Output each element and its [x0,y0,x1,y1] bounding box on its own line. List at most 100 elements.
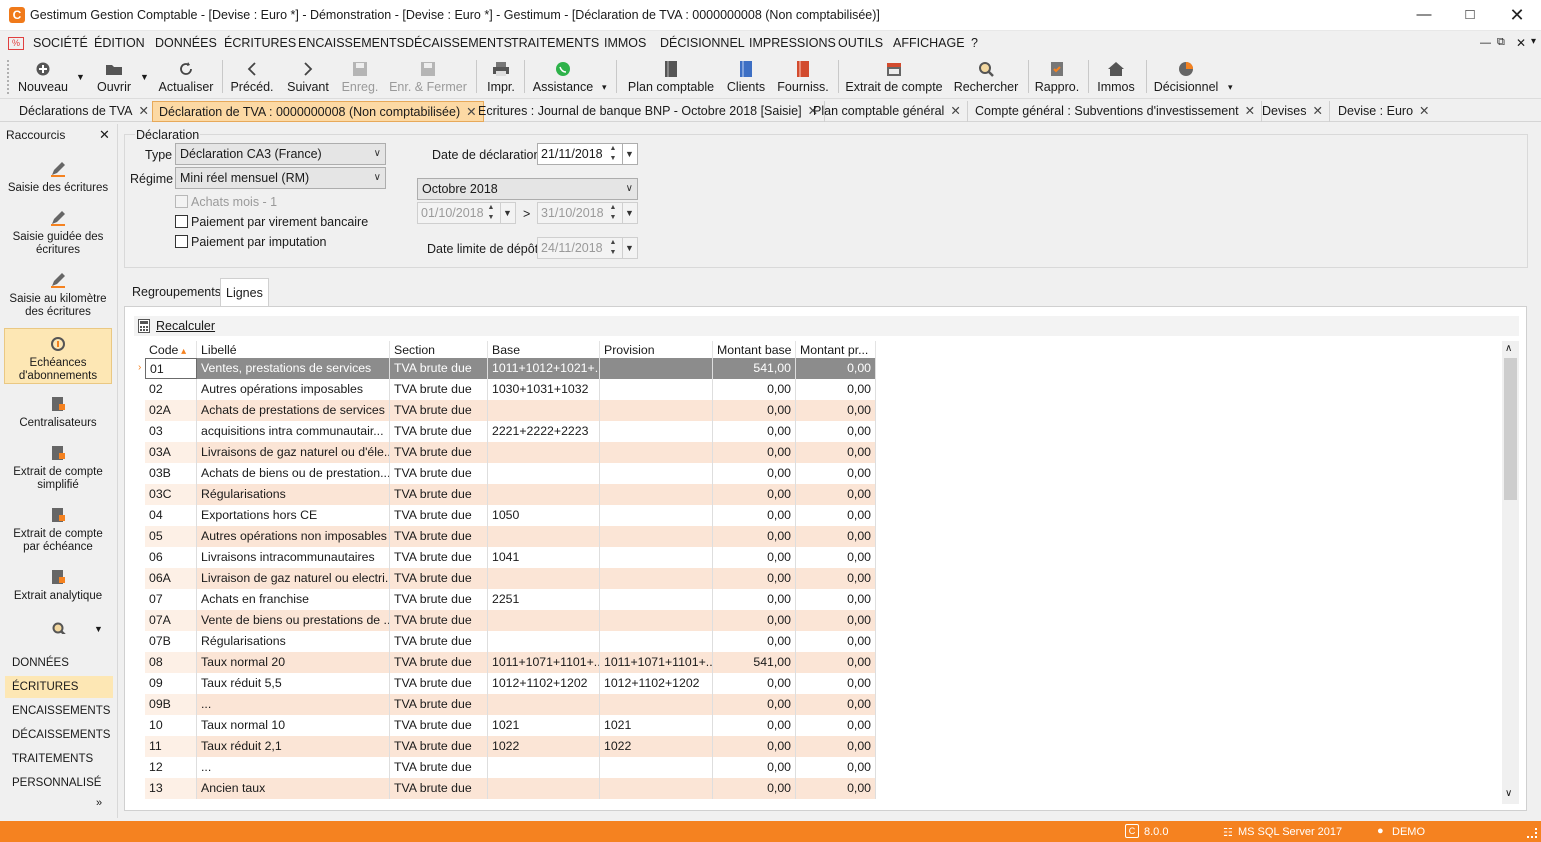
table-row[interactable]: 03B Achats de biens ou de prestation... TV… [135,463,877,484]
shortcut-echeances-abonnements[interactable]: Echéances d'abonnements [4,328,112,384]
sidebar-close-icon[interactable]: ✕ [99,127,110,143]
menu-outils[interactable]: OUTILS [838,36,883,50]
tab-declaration-tva-8[interactable]: Déclaration de TVA : 0000000008 (Non com… [152,101,484,122]
cell-base[interactable]: 1021 [488,715,600,736]
menu-societe[interactable]: SOCIÉTÉ [33,36,88,50]
cell-montant-provision[interactable]: 0,00 [796,715,876,736]
decisionnel-button[interactable]: Décisionnel [1152,58,1220,96]
cell-base[interactable] [488,757,600,778]
close-tab-icon[interactable]: ✕ [1245,104,1255,118]
close-tab-icon[interactable]: ✕ [1312,104,1322,118]
cell-section[interactable]: TVA brute due [390,421,488,442]
cell-base[interactable] [488,694,600,715]
nav-ecritures[interactable]: ÉCRITURES [5,676,113,698]
cell-section[interactable]: TVA brute due [390,673,488,694]
cell-section[interactable]: TVA brute due [390,631,488,652]
cell-section[interactable]: TVA brute due [390,568,488,589]
app-menu-icon[interactable]: % [8,37,24,50]
cell-section[interactable]: TVA brute due [390,505,488,526]
tab-regroupements[interactable]: Regroupements [127,278,226,306]
cell-libelle[interactable]: Taux réduit 2,1 [197,736,390,757]
fournisseurs-button[interactable]: Fourniss. [776,58,830,96]
cell-code[interactable]: 07B [145,631,197,652]
table-row[interactable]: 03A Livraisons de gaz naturel ou d'éle...… [135,442,877,463]
cell-code[interactable]: 07A [145,610,197,631]
cell-montant-base[interactable]: 0,00 [713,631,796,652]
cell-montant-base[interactable]: 0,00 [713,736,796,757]
rechercher-button[interactable]: Rechercher [952,58,1020,96]
cell-provision[interactable] [600,358,713,379]
table-row[interactable]: 07 Achats en franchise TVA brute due 2251 0,… [135,589,877,610]
menu-impressions[interactable]: IMPRESSIONS [749,36,836,50]
minimize-button[interactable]: — [1401,0,1447,31]
table-row[interactable]: 02 Autres opérations imposables TVA brute … [135,379,877,400]
shortcut-extrait-echeance[interactable]: Extrait de compte par échéance [4,506,112,556]
cell-montant-base[interactable]: 0,00 [713,715,796,736]
mdi-close-icon[interactable]: ✕ [1516,36,1526,50]
cell-provision[interactable] [600,484,713,505]
cell-libelle[interactable]: Régularisations [197,484,390,505]
cell-provision[interactable] [600,400,713,421]
nav-donnees[interactable]: DONNÉES [5,652,113,674]
cell-montant-base[interactable]: 0,00 [713,442,796,463]
cell-section[interactable]: TVA brute due [390,652,488,673]
cell-libelle[interactable]: Livraison de gaz naturel ou electri... [197,568,390,589]
cell-montant-base[interactable]: 0,00 [713,526,796,547]
clients-button[interactable]: Clients [724,58,768,96]
cell-code[interactable]: 05 [145,526,197,547]
cell-base[interactable]: 1012+1102+1202 [488,673,600,694]
cell-montant-provision[interactable]: 0,00 [796,358,876,379]
calendar-dropdown-icon[interactable]: ▼ [622,144,636,164]
scroll-down-icon[interactable]: ∨ [1505,788,1512,799]
cell-code[interactable]: 03C [145,484,197,505]
cell-libelle[interactable]: ... [197,757,390,778]
table-row[interactable]: 07B Régularisations TVA brute due 0,00 0,00 [135,631,877,652]
ouvrir-button[interactable]: Ouvrir [90,58,138,96]
table-row[interactable]: 03 acquisitions intra communautair... TVA … [135,421,877,442]
nav-personnalise[interactable]: PERSONNALISÉ [5,772,113,794]
cell-base[interactable]: 2221+2222+2223 [488,421,600,442]
scroll-up-icon[interactable]: ∧ [1505,343,1512,354]
imprimer-button[interactable]: Impr. [482,58,520,96]
cell-code[interactable]: 06 [145,547,197,568]
cell-code[interactable]: 02 [145,379,197,400]
cell-code[interactable]: 13 [145,778,197,799]
cell-libelle[interactable]: Ventes, prestations de services [197,358,390,379]
cell-section[interactable]: TVA brute due [390,610,488,631]
cell-base[interactable] [488,442,600,463]
cell-provision[interactable] [600,463,713,484]
cell-libelle[interactable]: Ancien taux [197,778,390,799]
cell-montant-provision[interactable]: 0,00 [796,694,876,715]
cell-section[interactable]: TVA brute due [390,526,488,547]
nav-encaissements[interactable]: ENCAISSEMENTS [5,700,113,722]
cell-base[interactable]: 1050 [488,505,600,526]
tab-declarations-tva[interactable]: Déclarations de TVA ✕ [13,101,156,122]
cell-base[interactable] [488,463,600,484]
cell-montant-provision[interactable]: 0,00 [796,778,876,799]
cell-base[interactable]: 1030+1031+1032 [488,379,600,400]
assistance-overflow-icon[interactable]: ▾ [602,82,607,93]
cell-libelle[interactable]: Vente de biens ou prestations de ... [197,610,390,631]
cell-code[interactable]: 11 [145,736,197,757]
cell-base[interactable]: 1022 [488,736,600,757]
menu-edition[interactable]: ÉDITION [94,36,145,50]
resize-grip-icon[interactable] [1527,828,1537,838]
cell-provision[interactable] [600,610,713,631]
tab-devises[interactable]: Devises ✕ [1256,101,1330,122]
mdi-minimize-icon[interactable]: — [1480,37,1491,49]
table-row[interactable]: 10 Taux normal 10 TVA brute due 1021 1021 0,0… [135,715,877,736]
cell-provision[interactable]: 1012+1102+1202 [600,673,713,694]
assistance-button[interactable]: Assistance [530,58,596,96]
cell-provision[interactable] [600,589,713,610]
cell-montant-provision[interactable]: 0,00 [796,631,876,652]
cell-code[interactable]: 08 [145,652,197,673]
table-row[interactable]: 04 Exportations hors CE TVA brute due 1050 0… [135,505,877,526]
suivant-button[interactable]: Suivant [284,58,332,96]
cell-libelle[interactable]: Régularisations [197,631,390,652]
nav-decaissements[interactable]: DÉCAISSEMENTS [5,724,113,746]
imputation-checkbox[interactable] [175,235,188,248]
cell-libelle[interactable]: ... [197,694,390,715]
tab-plan-comptable[interactable]: Plan comptable général ✕ [807,101,968,122]
precedent-button[interactable]: Précéd. [229,58,275,96]
cell-libelle[interactable]: Livraisons intracommunautaires [197,547,390,568]
